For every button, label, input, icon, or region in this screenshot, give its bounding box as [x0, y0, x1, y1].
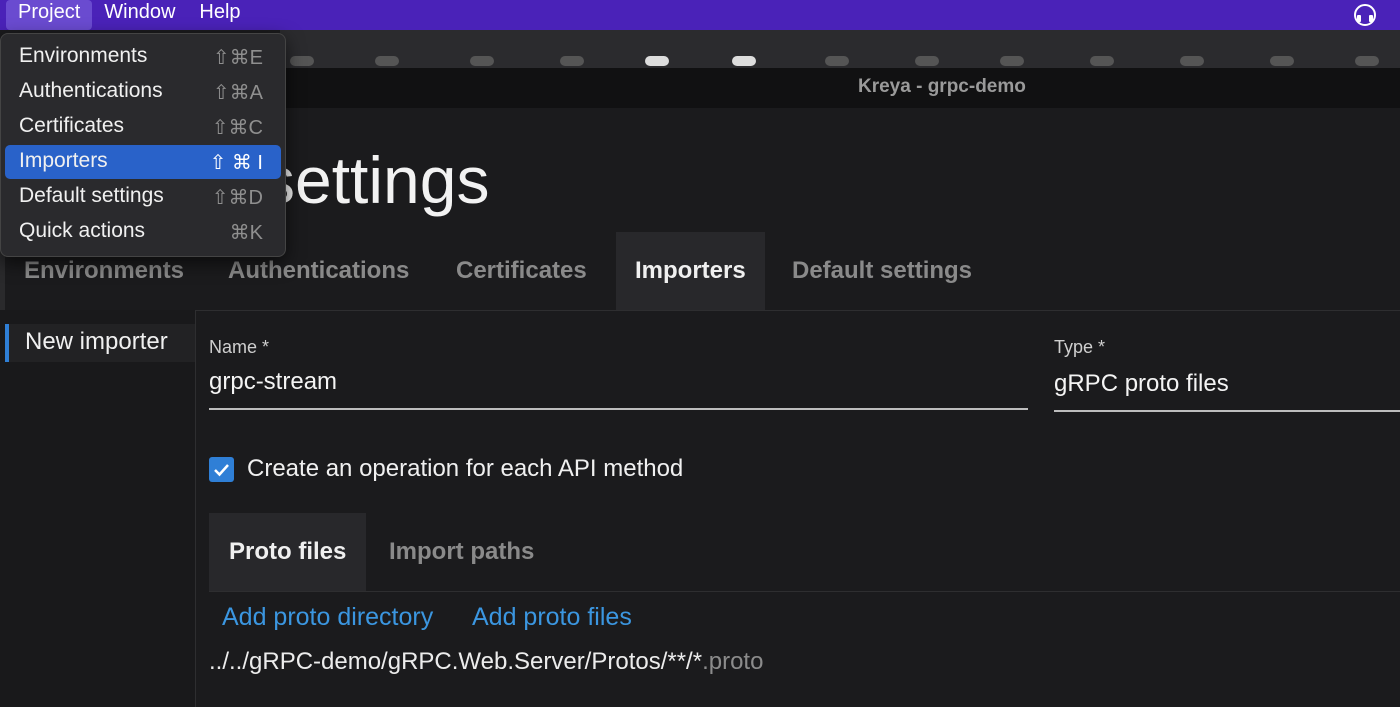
add-proto-files-link[interactable]: Add proto files [472, 603, 632, 632]
menu-item-label: Importers [19, 149, 108, 172]
sidebar-item-new-importer[interactable]: New importer [5, 324, 195, 362]
menu-item-label: Environments [19, 44, 148, 67]
menu-item-label: Certificates [19, 114, 125, 137]
menu-item-importers[interactable]: Importers ⇧ ⌘ I [5, 145, 281, 179]
proto-path-text: ../../gRPC-demo/gRPC.Web.Server/Protos/*… [209, 648, 703, 675]
tab-icon [732, 56, 756, 66]
tab-icon [1180, 56, 1204, 66]
menu-item-shortcut: ⇧⌘A [212, 82, 263, 104]
proto-path-extension: .proto [702, 648, 764, 675]
importer-sidebar: New importer [0, 310, 196, 707]
check-icon [214, 464, 229, 477]
add-proto-directory-link[interactable]: Add proto directory [222, 603, 433, 632]
menu-item-shortcut: ⇧⌘E [212, 47, 263, 69]
page-title: settings [262, 143, 490, 217]
create-operations-checkbox[interactable] [209, 457, 234, 482]
menu-item-default-settings[interactable]: Default settings ⇧⌘D [5, 180, 281, 214]
proto-path-entry[interactable]: ../../gRPC-demo/gRPC.Web.Server/Protos/*… [209, 648, 763, 676]
name-field[interactable]: grpc-stream [209, 368, 1028, 410]
tab-icon [470, 56, 494, 66]
tab-default-settings[interactable]: Default settings [792, 232, 972, 310]
menu-item-shortcut: ⇧⌘C [211, 117, 263, 139]
window-title: Kreya - grpc-demo [858, 76, 1026, 97]
tab-icon [560, 56, 584, 66]
tab-icon [825, 56, 849, 66]
menu-window[interactable]: Window [92, 0, 187, 30]
menu-project[interactable]: Project [6, 0, 93, 30]
menu-item-label: Authentications [19, 79, 163, 102]
tab-icon [1000, 56, 1024, 66]
tab-icon [915, 56, 939, 66]
menu-item-quick-actions[interactable]: Quick actions ⌘K [5, 215, 281, 249]
tab-icon [1355, 56, 1379, 66]
menu-bar: Project Window Help [0, 0, 1400, 30]
type-label: Type * [1054, 337, 1106, 357]
tab-proto-files[interactable]: Proto files [209, 513, 367, 591]
menu-item-shortcut: ⌘K [229, 222, 263, 244]
menu-item-shortcut: ⇧ ⌘ I [209, 152, 263, 174]
tab-icon [1090, 56, 1114, 66]
tab-icon [1270, 56, 1294, 66]
menu-item-environments[interactable]: Environments ⇧⌘E [5, 40, 281, 74]
checkbox-label: Create an operation for each API method [247, 455, 684, 482]
project-menu: Environments ⇧⌘E Authentications ⇧⌘A Cer… [0, 33, 286, 257]
menu-item-shortcut: ⇧⌘D [211, 187, 263, 209]
tab-icon [290, 56, 314, 66]
menu-item-label: Quick actions [19, 219, 146, 242]
background-tab-strip [280, 30, 1400, 69]
proto-subtabs: Proto files Import paths [209, 513, 1400, 592]
tab-icon [375, 56, 399, 66]
tab-importers[interactable]: Importers [616, 232, 765, 310]
sidebar-item-label: New importer [25, 328, 168, 355]
tab-certificates[interactable]: Certificates [456, 232, 587, 310]
menu-item-certificates[interactable]: Certificates ⇧⌘C [5, 110, 281, 144]
name-label: Name * [209, 337, 270, 357]
tab-import-paths[interactable]: Import paths [389, 513, 534, 591]
menu-help[interactable]: Help [187, 0, 252, 30]
headset-icon[interactable] [1352, 2, 1378, 28]
type-select[interactable]: gRPC proto files [1054, 370, 1400, 412]
menu-item-authentications[interactable]: Authentications ⇧⌘A [5, 75, 281, 109]
tab-icon [645, 56, 669, 66]
menu-item-label: Default settings [19, 184, 164, 207]
